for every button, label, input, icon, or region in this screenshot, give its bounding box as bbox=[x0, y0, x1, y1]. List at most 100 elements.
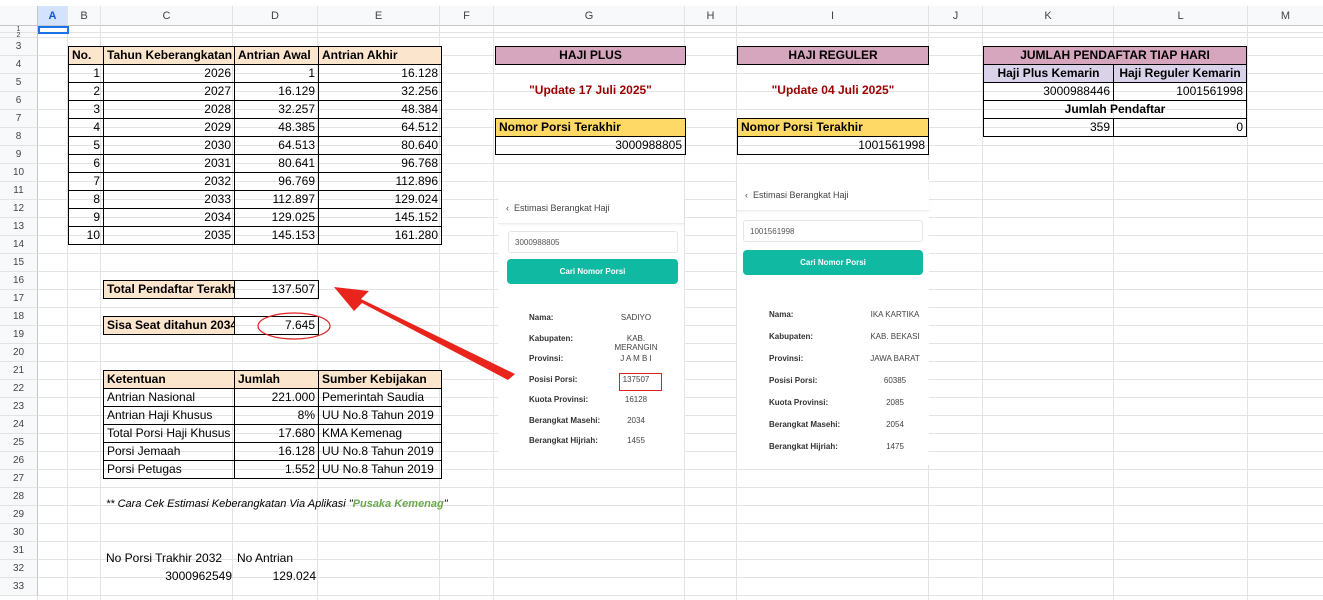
row-header-26[interactable]: 26 bbox=[0, 452, 38, 470]
jumlah-plus-count[interactable]: 359 bbox=[983, 118, 1114, 137]
main-table-cell[interactable]: 32.257 bbox=[234, 100, 319, 119]
main-table-header[interactable]: No. bbox=[68, 46, 104, 65]
main-table-cell[interactable]: 3 bbox=[68, 100, 104, 119]
main-table-cell[interactable]: 7 bbox=[68, 172, 104, 191]
row-header-11[interactable]: 11 bbox=[0, 182, 38, 200]
row-header-21[interactable]: 21 bbox=[0, 362, 38, 380]
ketentuan-cell[interactable]: UU No.8 Tahun 2019 bbox=[318, 406, 442, 425]
row-header-30[interactable]: 30 bbox=[0, 524, 38, 542]
main-table-cell[interactable]: 145.152 bbox=[318, 208, 442, 227]
column-header-D[interactable]: D bbox=[233, 6, 318, 26]
haji-plus-kemarin-header[interactable]: Haji Plus Kemarin bbox=[983, 64, 1114, 83]
ketentuan-header[interactable]: Jumlah bbox=[234, 370, 319, 389]
row-header-3[interactable]: 3 bbox=[0, 38, 38, 56]
row-header-25[interactable]: 25 bbox=[0, 434, 38, 452]
main-table-cell[interactable]: 8 bbox=[68, 190, 104, 209]
row-header-4[interactable]: 4 bbox=[0, 56, 38, 74]
main-table-cell[interactable]: 2028 bbox=[103, 100, 235, 119]
main-table-cell[interactable]: 2029 bbox=[103, 118, 235, 137]
ketentuan-cell[interactable]: UU No.8 Tahun 2019 bbox=[318, 460, 442, 479]
row-header-8[interactable]: 8 bbox=[0, 128, 38, 146]
main-table-cell[interactable]: 4 bbox=[68, 118, 104, 137]
haji-plus-kemarin-value[interactable]: 3000988446 bbox=[983, 82, 1114, 101]
main-table-header[interactable]: Tahun Keberangkatan bbox=[103, 46, 235, 65]
main-table-cell[interactable]: 145.153 bbox=[234, 226, 319, 245]
no-antrian-label[interactable]: No Antrian bbox=[234, 550, 319, 569]
ketentuan-cell[interactable]: 8% bbox=[234, 406, 319, 425]
haji-reguler-nomor-value[interactable]: 1001561998 bbox=[737, 136, 929, 155]
main-table-cell[interactable]: 112.896 bbox=[318, 172, 442, 191]
main-table-cell[interactable]: 1 bbox=[68, 64, 104, 83]
ketentuan-cell[interactable]: KMA Kemenag bbox=[318, 424, 442, 443]
haji-reguler-kemarin-value[interactable]: 1001561998 bbox=[1113, 82, 1247, 101]
main-table-cell[interactable]: 1 bbox=[234, 64, 319, 83]
row-header-9[interactable]: 9 bbox=[0, 146, 38, 164]
haji-reguler-nomor-label[interactable]: Nomor Porsi Terakhir bbox=[737, 118, 929, 137]
row-header-17[interactable]: 17 bbox=[0, 290, 38, 308]
column-header-G[interactable]: G bbox=[494, 6, 685, 26]
ketentuan-cell[interactable]: Porsi Jemaah bbox=[103, 442, 235, 461]
column-header-H[interactable]: H bbox=[685, 6, 737, 26]
main-table-cell[interactable]: 64.513 bbox=[234, 136, 319, 155]
row-header-14[interactable]: 14 bbox=[0, 236, 38, 254]
ketentuan-cell[interactable]: 221.000 bbox=[234, 388, 319, 407]
jumlah-title[interactable]: JUMLAH PENDAFTAR TIAP HARI bbox=[983, 46, 1247, 65]
total-pendaftar-value[interactable]: 137.507 bbox=[234, 280, 319, 299]
row-header-5[interactable]: 5 bbox=[0, 74, 38, 92]
ketentuan-header[interactable]: Ketentuan bbox=[103, 370, 235, 389]
main-table-cell[interactable]: 2032 bbox=[103, 172, 235, 191]
column-header-I[interactable]: I bbox=[737, 6, 929, 26]
main-table-cell[interactable]: 10 bbox=[68, 226, 104, 245]
row-header-6[interactable]: 6 bbox=[0, 92, 38, 110]
column-header-E[interactable]: E bbox=[318, 6, 440, 26]
ketentuan-cell[interactable]: 1.552 bbox=[234, 460, 319, 479]
row-header-13[interactable]: 13 bbox=[0, 218, 38, 236]
column-header-M[interactable]: M bbox=[1248, 6, 1323, 26]
ketentuan-cell[interactable]: Porsi Petugas bbox=[103, 460, 235, 479]
column-header-A[interactable]: A bbox=[38, 6, 68, 26]
row-header-10[interactable]: 10 bbox=[0, 164, 38, 182]
row-header-7[interactable]: 7 bbox=[0, 110, 38, 128]
row-header-16[interactable]: 16 bbox=[0, 272, 38, 290]
ketentuan-header[interactable]: Sumber Kebijakan bbox=[318, 370, 442, 389]
note-text[interactable]: ** Cara Cek Estimasi Keberangkatan Via A… bbox=[103, 496, 483, 515]
row-header-31[interactable]: 31 bbox=[0, 542, 38, 560]
main-table-cell[interactable]: 16.128 bbox=[318, 64, 442, 83]
column-header-B[interactable]: B bbox=[68, 6, 101, 26]
haji-reguler-title[interactable]: HAJI REGULER bbox=[737, 46, 929, 65]
main-table-cell[interactable]: 2026 bbox=[103, 64, 235, 83]
ketentuan-cell[interactable]: 16.128 bbox=[234, 442, 319, 461]
haji-reguler-update[interactable]: "Update 04 Juli 2025" bbox=[737, 82, 929, 101]
jumlah-pendaftar-subtitle[interactable]: Jumlah Pendaftar bbox=[983, 100, 1247, 119]
haji-plus-nomor-value[interactable]: 3000988805 bbox=[495, 136, 686, 155]
row-header-20[interactable]: 20 bbox=[0, 344, 38, 362]
porsi-2032-value[interactable]: 3000962549 bbox=[103, 568, 235, 587]
main-table-cell[interactable]: 2034 bbox=[103, 208, 235, 227]
column-header-F[interactable]: F bbox=[440, 6, 494, 26]
column-header-K[interactable]: K bbox=[983, 6, 1114, 26]
haji-plus-update[interactable]: "Update 17 Juli 2025" bbox=[495, 82, 686, 101]
total-pendaftar-label[interactable]: Total Pendaftar Terakhir bbox=[103, 280, 235, 299]
no-antrian-value[interactable]: 129.024 bbox=[234, 568, 319, 587]
main-table-cell[interactable]: 48.384 bbox=[318, 100, 442, 119]
main-table-cell[interactable]: 2035 bbox=[103, 226, 235, 245]
jumlah-reguler-count[interactable]: 0 bbox=[1113, 118, 1247, 137]
row-header-32[interactable]: 32 bbox=[0, 560, 38, 578]
row-header-18[interactable]: 18 bbox=[0, 308, 38, 326]
row-header-22[interactable]: 22 bbox=[0, 380, 38, 398]
main-table-cell[interactable]: 96.769 bbox=[234, 172, 319, 191]
main-table-cell[interactable]: 161.280 bbox=[318, 226, 442, 245]
ketentuan-cell[interactable]: UU No.8 Tahun 2019 bbox=[318, 442, 442, 461]
main-table-cell[interactable]: 64.512 bbox=[318, 118, 442, 137]
main-table-cell[interactable]: 2030 bbox=[103, 136, 235, 155]
main-table-cell[interactable]: 5 bbox=[68, 136, 104, 155]
main-table-cell[interactable]: 129.024 bbox=[318, 190, 442, 209]
haji-plus-title[interactable]: HAJI PLUS bbox=[495, 46, 686, 65]
row-header-33[interactable]: 33 bbox=[0, 578, 38, 596]
sisa-seat-value[interactable]: 7.645 bbox=[234, 316, 319, 335]
ketentuan-cell[interactable]: 17.680 bbox=[234, 424, 319, 443]
main-table-cell[interactable]: 16.129 bbox=[234, 82, 319, 101]
main-table-cell[interactable]: 129.025 bbox=[234, 208, 319, 227]
ketentuan-cell[interactable]: Total Porsi Haji Khusus bbox=[103, 424, 235, 443]
row-header-15[interactable]: 15 bbox=[0, 254, 38, 272]
